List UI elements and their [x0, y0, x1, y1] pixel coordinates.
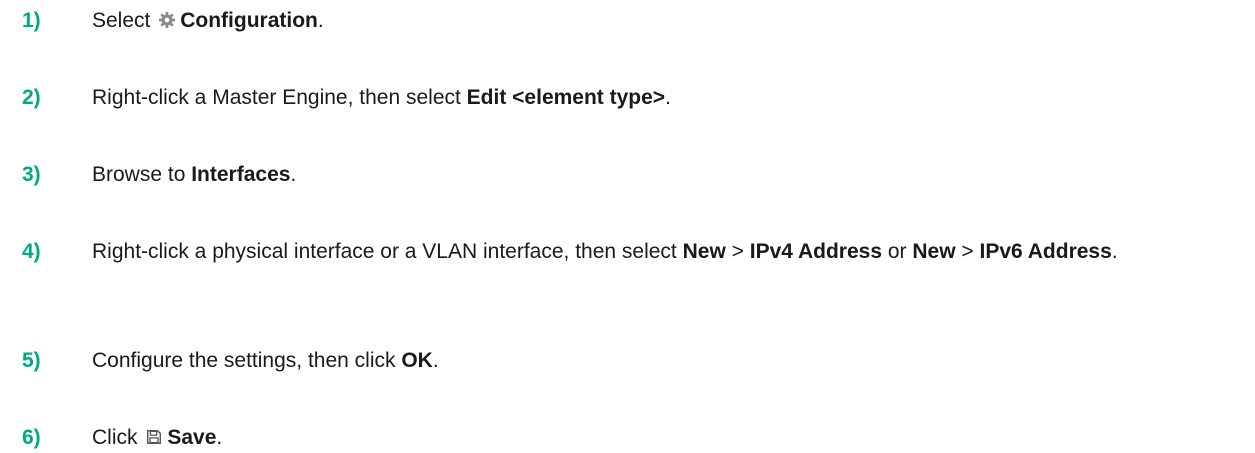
step-number: 2)	[22, 86, 41, 109]
step-number: 5)	[22, 349, 41, 372]
step-text-bold-1: New	[682, 240, 726, 263]
step-text-pre: Right-click a physical interface or a VL…	[92, 240, 683, 263]
step-text: Click Save.	[92, 422, 1242, 453]
step-text-pre: Configure the settings, then click	[92, 349, 402, 372]
step-text-pre: Select	[92, 9, 151, 32]
step-text-bold: Interfaces	[191, 163, 291, 186]
step-text: Browse to Interfaces.	[92, 159, 1242, 190]
step-text-bold: Save	[167, 426, 217, 449]
step-number: 4)	[22, 240, 41, 263]
step-text-post: .	[317, 9, 324, 32]
step-text-bold: Edit <element type>	[466, 86, 666, 109]
step-text-separator-2: >	[955, 240, 980, 263]
step-number: 1)	[22, 9, 41, 32]
step-text: Configure the settings, then click OK.	[92, 345, 1242, 376]
step-number: 6)	[22, 426, 41, 449]
step-text-pre: Right-click a Master Engine, then select	[92, 86, 467, 109]
step-text-bold: OK	[401, 349, 433, 372]
step-number: 3)	[22, 163, 41, 186]
step-text-bold: Configuration	[180, 9, 318, 32]
step-text-bold-2: IPv4 Address	[749, 240, 883, 263]
step-text-post: .	[432, 349, 439, 372]
step-text: Right-click a Master Engine, then select…	[92, 82, 1242, 113]
step-text-bold-3: New	[912, 240, 956, 263]
step-text-post: .	[216, 426, 223, 449]
step-text-pre: Click	[92, 426, 138, 449]
step-text-mid: or	[882, 240, 913, 263]
step-text: Right-click a physical interface or a VL…	[92, 236, 1242, 267]
step-text-post: .	[665, 86, 671, 109]
step-text-pre: Browse to	[92, 163, 192, 186]
step-text-post: .	[1111, 240, 1118, 263]
save-icon	[147, 429, 162, 445]
procedure-steps: 1) Select Configuration. 2) Right-click …	[0, 0, 1255, 449]
step-text: Select Configuration.	[92, 5, 1242, 36]
gear-icon	[159, 11, 176, 29]
step-text-separator-1: >	[725, 240, 750, 263]
step-text-bold-4: IPv6 Address	[979, 240, 1112, 263]
step-text-post: .	[290, 163, 297, 186]
